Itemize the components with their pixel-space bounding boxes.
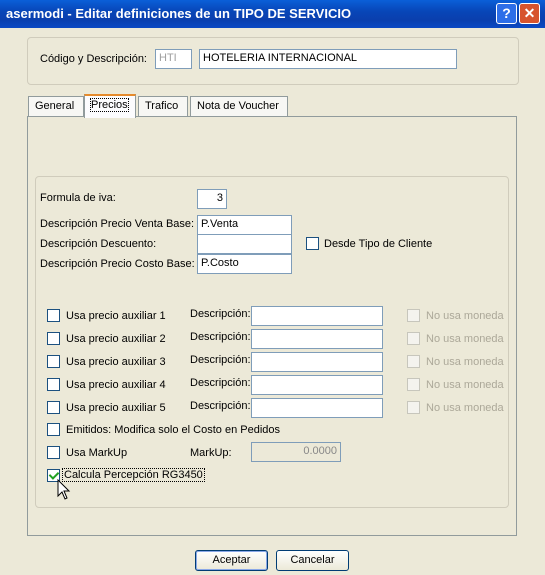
aux-price-3-no-moneda-label: No usa moneda xyxy=(426,356,504,368)
aux-price-5-no-moneda-label: No usa moneda xyxy=(426,402,504,414)
usa-markup-label: Usa MarkUp xyxy=(66,447,128,459)
aux-price-5-no-moneda-checkbox[interactable] xyxy=(407,401,420,414)
emitidos-label: Emitidos: Modifica solo el Costo en Pedi… xyxy=(66,424,280,436)
aux-price-1-no-moneda-checkbox[interactable] xyxy=(407,309,420,322)
aux-price-2-checkbox[interactable] xyxy=(47,332,60,345)
descuento-input[interactable] xyxy=(197,234,292,254)
markup-field-label: MarkUp: xyxy=(190,447,232,459)
tab-precios[interactable]: Precios xyxy=(84,94,136,118)
title-bar: asermodi - Editar definiciones de un TIP… xyxy=(0,0,545,28)
venta-base-input[interactable]: P.Venta xyxy=(197,215,292,235)
aux-price-1-desc-label: Descripción: xyxy=(190,308,251,320)
aux-price-5-label: Usa precio auxiliar 5 xyxy=(66,402,166,414)
close-button[interactable]: ✕ xyxy=(519,3,540,24)
aux-price-1-no-moneda-label: No usa moneda xyxy=(426,310,504,322)
aux-price-5-input[interactable] xyxy=(251,398,383,418)
description-input[interactable]: HOTELERIA INTERNACIONAL xyxy=(199,49,457,69)
window-title: asermodi - Editar definiciones de un TIP… xyxy=(6,6,352,21)
aux-price-3-input[interactable] xyxy=(251,352,383,372)
cancel-button[interactable]: Cancelar xyxy=(276,550,349,571)
mouse-cursor-icon xyxy=(57,479,71,500)
code-input[interactable]: HTI xyxy=(155,49,192,69)
aux-price-2-no-moneda-checkbox[interactable] xyxy=(407,332,420,345)
percepcion-label: Calcula Percepción RG3450 xyxy=(62,468,205,482)
formula-iva-label: Formula de iva: xyxy=(40,192,116,204)
tab-nota-voucher[interactable]: Nota de Voucher xyxy=(190,96,288,116)
aux-price-5-desc-label: Descripción: xyxy=(190,400,251,412)
aux-price-4-checkbox[interactable] xyxy=(47,378,60,391)
aux-price-3-no-moneda-checkbox[interactable] xyxy=(407,355,420,368)
aux-price-1-input[interactable] xyxy=(251,306,383,326)
aux-price-1-checkbox[interactable] xyxy=(47,309,60,322)
aux-price-3-label: Usa precio auxiliar 3 xyxy=(66,356,166,368)
accept-button[interactable]: Aceptar xyxy=(195,550,268,571)
aux-price-4-no-moneda-checkbox[interactable] xyxy=(407,378,420,391)
aux-price-3-desc-label: Descripción: xyxy=(190,354,251,366)
aux-price-1-label: Usa precio auxiliar 1 xyxy=(66,310,166,322)
usa-markup-checkbox[interactable] xyxy=(47,446,60,459)
descuento-label: Descripción Descuento: xyxy=(40,238,157,250)
aux-price-5-checkbox[interactable] xyxy=(47,401,60,414)
aux-price-2-input[interactable] xyxy=(251,329,383,349)
aux-price-4-label: Usa precio auxiliar 4 xyxy=(66,379,166,391)
desde-tipo-cliente-label: Desde Tipo de Cliente xyxy=(324,238,433,250)
costo-base-input[interactable]: P.Costo xyxy=(197,254,292,274)
emitidos-checkbox[interactable] xyxy=(47,423,60,436)
code-description-label: Código y Descripción: xyxy=(40,53,147,65)
markup-input[interactable]: 0.0000 xyxy=(251,442,341,462)
tab-general[interactable]: General xyxy=(28,96,84,116)
aux-price-4-desc-label: Descripción: xyxy=(190,377,251,389)
venta-base-label: Descripción Precio Venta Base: xyxy=(40,218,195,230)
formula-iva-input[interactable]: 3 xyxy=(197,189,227,209)
help-button[interactable]: ? xyxy=(496,3,517,24)
tab-trafico[interactable]: Trafico xyxy=(138,96,188,116)
aux-price-2-label: Usa precio auxiliar 2 xyxy=(66,333,166,345)
aux-price-2-desc-label: Descripción: xyxy=(190,331,251,343)
aux-price-2-no-moneda-label: No usa moneda xyxy=(426,333,504,345)
aux-price-3-checkbox[interactable] xyxy=(47,355,60,368)
costo-base-label: Descripción Precio Costo Base: xyxy=(40,258,195,270)
aux-price-4-no-moneda-label: No usa moneda xyxy=(426,379,504,391)
aux-price-4-input[interactable] xyxy=(251,375,383,395)
desde-tipo-cliente-checkbox[interactable] xyxy=(306,237,319,250)
